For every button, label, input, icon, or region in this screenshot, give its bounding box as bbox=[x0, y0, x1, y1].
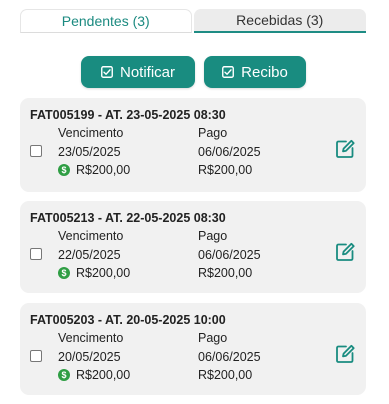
paid-amount: R$200,00 bbox=[198, 368, 253, 382]
paid-amount: R$200,00 bbox=[198, 266, 253, 280]
invoice-amount: $ R$200,00 bbox=[58, 163, 130, 177]
invoice-card: FAT005203 - AT. 20-05-2025 10:00 Vencime… bbox=[20, 303, 366, 395]
invoice-title: FAT005199 - AT. 23-05-2025 08:30 bbox=[30, 108, 226, 122]
tab-pending[interactable]: Pendentes (3) bbox=[20, 9, 192, 33]
edit-icon[interactable] bbox=[334, 241, 356, 263]
money-icon: $ bbox=[58, 369, 70, 381]
tab-received[interactable]: Recebidas (3) bbox=[193, 9, 366, 33]
amount-value: R$200,00 bbox=[76, 266, 131, 280]
invoice-amount: $ R$200,00 bbox=[58, 266, 130, 280]
due-date: 23/05/2025 bbox=[58, 145, 121, 159]
invoice-card: FAT005199 - AT. 23-05-2025 08:30 Vencime… bbox=[20, 98, 366, 192]
edit-icon[interactable] bbox=[334, 343, 356, 365]
due-label: Vencimento bbox=[58, 126, 124, 140]
due-label: Vencimento bbox=[58, 331, 124, 345]
notify-button[interactable]: Notificar bbox=[81, 56, 195, 88]
paid-date: 06/06/2025 bbox=[198, 145, 261, 159]
invoice-checkbox[interactable] bbox=[30, 145, 42, 157]
invoice-title: FAT005213 - AT. 22-05-2025 08:30 bbox=[30, 211, 226, 225]
paid-amount: R$200,00 bbox=[198, 163, 253, 177]
money-icon: $ bbox=[58, 164, 70, 176]
paid-date: 06/06/2025 bbox=[198, 350, 261, 364]
due-date: 22/05/2025 bbox=[58, 248, 121, 262]
invoice-title: FAT005203 - AT. 20-05-2025 10:00 bbox=[30, 313, 226, 327]
edit-icon[interactable] bbox=[334, 138, 356, 160]
checkbox-icon bbox=[101, 66, 113, 78]
invoice-checkbox[interactable] bbox=[30, 248, 42, 260]
receipt-button-label: Recibo bbox=[241, 63, 288, 81]
invoice-amount: $ R$200,00 bbox=[58, 368, 130, 382]
paid-label: Pago bbox=[198, 331, 228, 345]
paid-date: 06/06/2025 bbox=[198, 248, 261, 262]
money-icon: $ bbox=[58, 267, 70, 279]
action-bar: Notificar Recibo bbox=[0, 56, 389, 88]
checkbox-icon bbox=[222, 66, 235, 78]
receipt-button[interactable]: Recibo bbox=[204, 56, 306, 88]
invoice-card: FAT005213 - AT. 22-05-2025 08:30 Vencime… bbox=[20, 201, 366, 293]
paid-label: Pago bbox=[198, 229, 228, 243]
amount-value: R$200,00 bbox=[76, 163, 131, 177]
tab-bar: Pendentes (3) Recebidas (3) bbox=[20, 9, 366, 33]
amount-value: R$200,00 bbox=[76, 368, 131, 382]
invoice-checkbox[interactable] bbox=[30, 350, 42, 362]
due-label: Vencimento bbox=[58, 229, 124, 243]
notify-button-label: Notificar bbox=[119, 63, 175, 81]
due-date: 20/05/2025 bbox=[58, 350, 121, 364]
paid-label: Pago bbox=[198, 126, 228, 140]
